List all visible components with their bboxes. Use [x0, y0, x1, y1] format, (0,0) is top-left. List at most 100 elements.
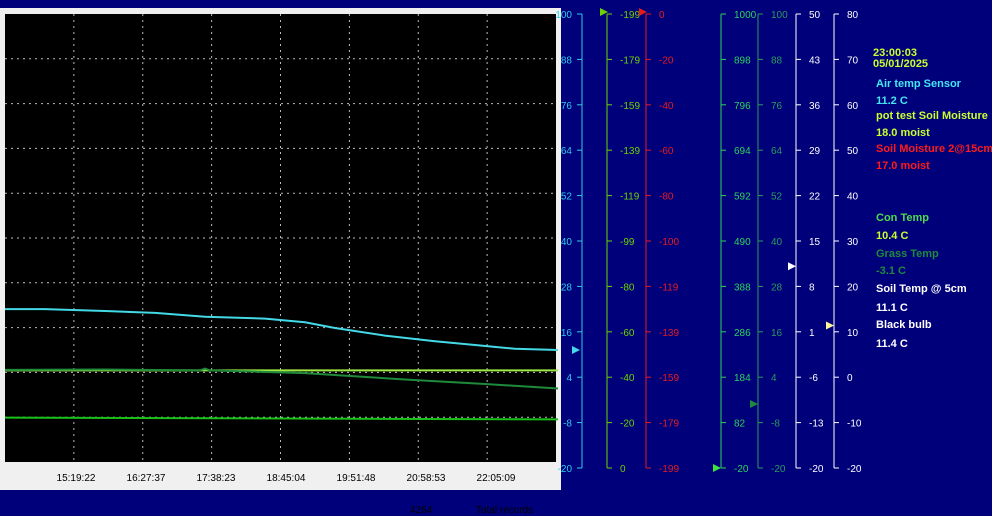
axis-tick-label: 80 [847, 10, 859, 21]
legend-label-con-temp: Con Temp [876, 212, 929, 224]
axis-tick-label: -13 [809, 419, 824, 430]
record-label: Total records [476, 505, 534, 516]
axis-tick-label: 286 [734, 328, 751, 339]
axis-tick-label: 100 [555, 10, 572, 21]
axis-marker [713, 464, 721, 472]
panel-date: 05/01/2025 [873, 58, 929, 70]
axis-tick-label: 20 [847, 282, 859, 293]
legend-label-black-bulb: Black bulb [876, 319, 932, 331]
axis-tick-label: -10 [847, 419, 862, 430]
axis-tick-label: 388 [734, 282, 751, 293]
axis-tick-label: 28 [561, 282, 573, 293]
axis-tick-label: -199 [659, 464, 679, 475]
axis-tick-label: 22 [809, 192, 821, 203]
legend-label-grass-temp: Grass Temp [876, 248, 939, 260]
legend-value-pot-soil-moisture: 18.0 moist [876, 127, 930, 139]
legend-label-soil-temp: Soil Temp @ 5cm [876, 283, 967, 295]
axis-tick-label: 82 [734, 419, 746, 430]
axis-tick-label: 28 [771, 282, 783, 293]
axis-tick-label: -80 [659, 192, 674, 203]
axis-tick-label: -179 [659, 419, 679, 430]
axis-tick-label: 88 [561, 55, 573, 66]
axis-tick-label: -159 [659, 373, 679, 384]
axis-tick-label: 0 [847, 373, 853, 384]
axis-tick-label: -139 [659, 328, 679, 339]
axis-tick-label: -60 [659, 146, 674, 157]
axis-tick-label: -119 [620, 192, 640, 203]
axis-tick-label: -60 [620, 328, 635, 339]
axis-tick-label: 490 [734, 237, 751, 248]
axis-tick-label: 88 [771, 55, 783, 66]
axis-marker [572, 345, 580, 354]
axis-tick-label: -40 [659, 101, 674, 112]
axis-tick-label: -40 [620, 373, 635, 384]
legend-value-soil-temp: 11.1 C [876, 302, 908, 314]
axis-tick-label: 16 [771, 328, 783, 339]
axis-tick-label: 52 [561, 192, 573, 203]
axis-tick-label: -20 [558, 464, 573, 475]
axis-tick-label: -100 [659, 237, 679, 248]
axis-tick-label: 64 [771, 146, 783, 157]
axis-tick-label: -159 [620, 101, 640, 112]
axis-tick-label: -199 [620, 10, 640, 21]
axis-tick-label: 40 [847, 192, 859, 203]
axis-tick-label: -20 [809, 464, 824, 475]
axis-tick-label: -8 [771, 419, 780, 430]
record-count: 4264 [410, 505, 433, 516]
axis-tick-label: 4 [566, 373, 572, 384]
axis-tick-label: 16 [561, 328, 573, 339]
axis-tick-label: 70 [847, 55, 859, 66]
axis-tick-label: -20 [734, 464, 749, 475]
legend-label-pot-soil-moisture: pot test Soil Moisture [876, 110, 988, 122]
axis-tick-label: 4 [771, 373, 777, 384]
legend-label-air-temp: Air temp Sensor [876, 78, 961, 90]
axis-tick-label: 50 [809, 10, 821, 21]
axis-tick-label: -99 [620, 237, 635, 248]
axis-tick-label: 15 [809, 237, 821, 248]
axis-tick-label: 40 [561, 237, 573, 248]
axis-tick-label: -20 [659, 55, 674, 66]
legend-value-black-bulb: 11.4 C [876, 338, 908, 350]
axis-tick-label: -8 [563, 419, 572, 430]
axis-marker [826, 321, 834, 330]
axis-tick-label: 184 [734, 373, 751, 384]
legend-value-soil-moisture-2: 17.0 moist [876, 160, 930, 172]
axis-tick-label: 100 [771, 10, 788, 21]
axis-tick-label: 52 [771, 192, 783, 203]
axis-tick-label: 1000 [734, 10, 757, 21]
axis-tick-label: 898 [734, 55, 751, 66]
axis-tick-label: -20 [620, 419, 635, 430]
axis-marker [750, 400, 758, 409]
axis-tick-label: 64 [561, 146, 573, 157]
axis-tick-label: -20 [771, 464, 786, 475]
legend-label-soil-moisture-2: Soil Moisture 2@15cm [876, 143, 992, 155]
axis-tick-label: 694 [734, 146, 751, 157]
axis-tick-label: 50 [847, 146, 859, 157]
legend-value-grass-temp: -3.1 C [876, 265, 906, 277]
axis-tick-label: -119 [659, 282, 679, 293]
axis-marker [788, 262, 796, 271]
axis-tick-label: -179 [620, 55, 640, 66]
axis-tick-label: 76 [771, 101, 783, 112]
axis-tick-label: -80 [620, 282, 635, 293]
axis-tick-label: 10 [847, 328, 859, 339]
axis-tick-label: 43 [809, 55, 821, 66]
axis-tick-label: -6 [809, 373, 818, 384]
axis-tick-label: 0 [620, 464, 626, 475]
axis-tick-label: 796 [734, 101, 751, 112]
axis-tick-label: 8 [809, 282, 815, 293]
legend-value-air-temp: 11.2 C [876, 95, 908, 107]
axis-tick-label: -139 [620, 146, 640, 157]
axis-tick-label: -20 [847, 464, 862, 475]
legend-value-con-temp: 10.4 C [876, 230, 909, 242]
axes-area: 100887664524028164-8-20-199-179-159-139-… [555, 8, 862, 475]
axis-tick-label: 36 [809, 101, 821, 112]
axis-tick-label: 1 [809, 328, 815, 339]
axis-tick-label: 30 [847, 237, 859, 248]
axis-tick-label: 60 [847, 101, 859, 112]
axis-tick-label: 76 [561, 101, 573, 112]
axis-tick-label: 0 [659, 10, 665, 21]
axis-tick-label: 29 [809, 146, 821, 157]
axis-tick-label: 40 [771, 237, 783, 248]
axis-tick-label: 592 [734, 192, 751, 203]
